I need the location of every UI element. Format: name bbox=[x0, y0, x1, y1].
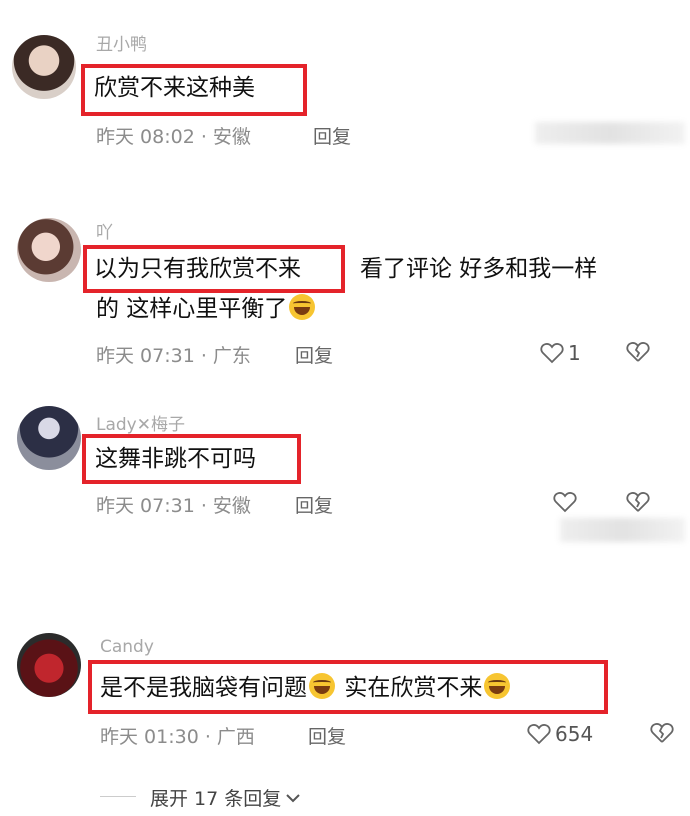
like-button[interactable]: 654 bbox=[527, 722, 593, 746]
like-button[interactable] bbox=[553, 491, 577, 513]
comment-text-highlight: 以为只有我欣赏不来 bbox=[94, 256, 301, 282]
username[interactable]: Lady✕梅子 bbox=[96, 410, 185, 435]
broken-heart-icon[interactable] bbox=[650, 722, 674, 744]
comment-text: 是不是我脑袋有问题 bbox=[100, 675, 307, 701]
username[interactable]: 吖 bbox=[96, 218, 113, 243]
expand-replies-button[interactable]: 展开 17 条回复 bbox=[150, 784, 301, 811]
blurred-area bbox=[560, 518, 685, 542]
expand-replies-label: 展开 17 条回复 bbox=[150, 788, 282, 810]
like-count: 1 bbox=[568, 341, 581, 365]
comment-text-line2: 的 这样心里平衡了 bbox=[96, 294, 317, 324]
broken-heart-icon[interactable] bbox=[626, 341, 650, 363]
reply-button[interactable]: 回复 bbox=[295, 491, 333, 518]
comment-text: 欣赏不来这种美 bbox=[94, 75, 255, 101]
avatar[interactable] bbox=[17, 406, 81, 470]
broken-heart-icon[interactable] bbox=[626, 491, 650, 513]
reply-button[interactable]: 回复 bbox=[295, 341, 333, 368]
comment-text-line: 是不是我脑袋有问题 实在欣赏不来 bbox=[100, 673, 512, 703]
comment-text: 这舞非跳不可吗 bbox=[95, 446, 256, 472]
heart-outline-icon bbox=[527, 724, 551, 745]
avatar[interactable] bbox=[17, 218, 81, 282]
comment-meta: 昨天 07:31 · 广东 bbox=[96, 345, 251, 367]
comment-meta: 昨天 07:31 · 安徽 bbox=[96, 495, 251, 517]
divider bbox=[100, 796, 136, 797]
like-count: 654 bbox=[555, 722, 594, 746]
comment-text: 的 这样心里平衡了 bbox=[96, 296, 288, 322]
heart-outline-icon bbox=[540, 343, 564, 364]
avatar[interactable] bbox=[17, 633, 81, 697]
reply-button[interactable]: 回复 bbox=[313, 122, 351, 149]
laughing-tears-emoji-icon bbox=[289, 294, 316, 320]
comment-meta: 昨天 08:02 · 安徽 bbox=[96, 126, 251, 148]
like-button[interactable]: 1 bbox=[540, 341, 581, 365]
heart-outline-icon bbox=[553, 492, 577, 513]
avatar[interactable] bbox=[12, 35, 76, 99]
comment-meta: 昨天 01:30 · 广西 bbox=[100, 726, 255, 748]
comment-text: 实在欣赏不来 bbox=[344, 675, 483, 701]
laughing-tears-emoji-icon bbox=[309, 673, 335, 699]
username[interactable]: 丑小鸭 bbox=[96, 30, 147, 55]
laughing-tears-emoji-icon bbox=[484, 673, 511, 699]
reply-button[interactable]: 回复 bbox=[308, 722, 346, 749]
username[interactable]: Candy bbox=[100, 637, 154, 657]
blurred-area bbox=[535, 122, 685, 144]
comment-text: 看了评论 好多和我一样 bbox=[360, 256, 598, 282]
chevron-down-icon bbox=[286, 793, 300, 802]
